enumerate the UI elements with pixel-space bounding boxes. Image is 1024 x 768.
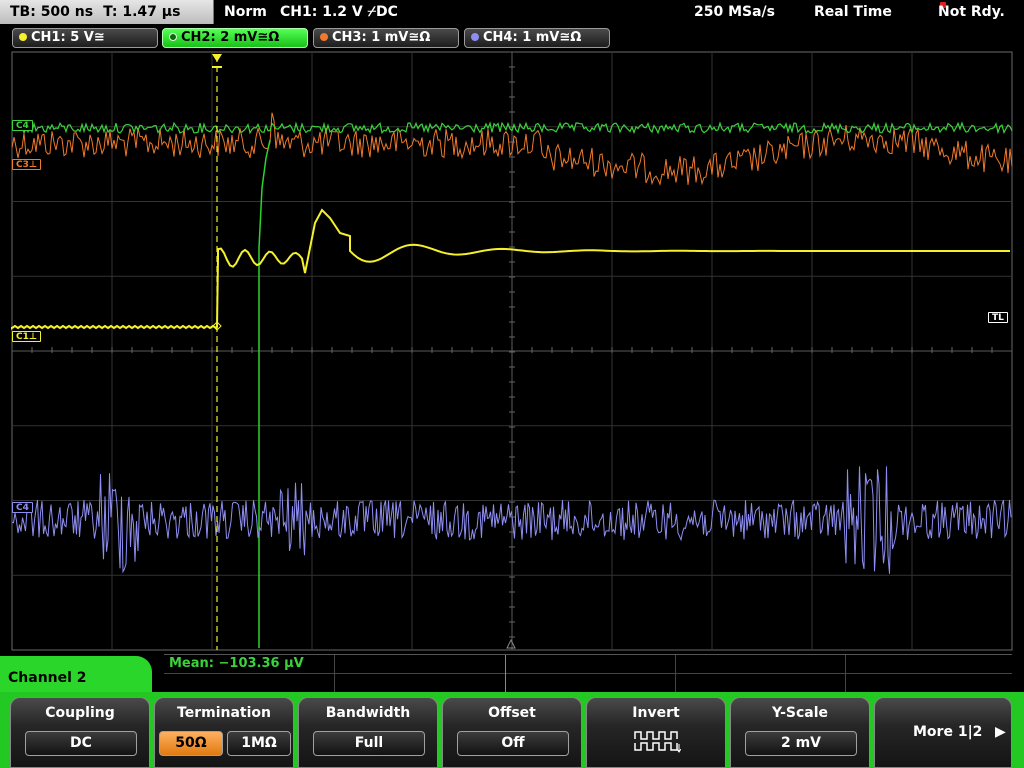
timebase-value: TB: 500 ns xyxy=(10,4,94,20)
y-scale-softkey[interactable]: Y-Scale 2 mV xyxy=(730,697,870,768)
status-bar: TB: 500 ns T: 1.47 µs Norm CH1: 1.2 V ⌿DC… xyxy=(0,0,1024,24)
y-scale-value[interactable]: 2 mV xyxy=(745,731,857,756)
bandwidth-title: Bandwidth xyxy=(325,705,411,721)
tab-channel-4-label: CH4: 1 mV≅Ω xyxy=(483,30,582,45)
invert-waveform-icon xyxy=(634,731,681,753)
coupling-title: Coupling xyxy=(45,705,115,721)
more-label: More 1|2 xyxy=(913,724,983,740)
channel-1-dot-icon xyxy=(19,33,27,41)
y-scale-title: Y-Scale xyxy=(771,705,828,721)
acquisition-mode: Real Time xyxy=(814,4,892,20)
tab-channel-4[interactable]: CH4: 1 mV≅Ω xyxy=(464,28,610,48)
timebase-box[interactable]: TB: 500 ns T: 1.47 µs xyxy=(0,0,214,24)
offset-title: Offset xyxy=(488,705,536,721)
trigger-position-value: T: 1.47 µs xyxy=(103,4,181,20)
tab-channel-2[interactable]: CH2: 2 mV≅Ω xyxy=(162,28,308,48)
waveform-canvas[interactable] xyxy=(0,48,1024,654)
tab-channel-1[interactable]: CH1: 5 V≅ xyxy=(12,28,158,48)
bandwidth-softkey[interactable]: Bandwidth Full xyxy=(298,697,438,768)
offset-softkey[interactable]: Offset Off xyxy=(442,697,582,768)
trigger-mode[interactable]: Norm xyxy=(224,0,267,24)
channel-1-level-marker[interactable]: C1⊥ xyxy=(12,331,42,342)
trigger-position-icon xyxy=(212,54,222,62)
termination-50ohm-option[interactable]: 50Ω xyxy=(159,731,223,756)
coupling-value[interactable]: DC xyxy=(25,731,137,756)
channel-3-level-marker[interactable]: C3⊥ xyxy=(12,159,42,170)
measurement-divider xyxy=(845,655,846,693)
offset-value[interactable]: Off xyxy=(457,731,569,756)
termination-softkey[interactable]: Termination 50Ω 1MΩ xyxy=(154,697,294,768)
measurement-divider xyxy=(334,655,335,693)
sample-rate: 250 MSa/s xyxy=(694,4,776,20)
mean-measurement: Mean: −103.36 µV xyxy=(169,656,304,671)
measurement-divider xyxy=(675,655,676,693)
trigger-source-info[interactable]: CH1: 1.2 V ⌿DC xyxy=(280,0,398,24)
coupling-softkey[interactable]: Coupling DC xyxy=(10,697,150,768)
reference-point-icon xyxy=(506,638,516,649)
measurement-panel: Mean: −103.36 µV xyxy=(164,654,1012,693)
tab-channel-1-label: CH1: 5 V≅ xyxy=(31,30,105,45)
channel-4-level-marker[interactable]: C4 xyxy=(12,120,33,131)
tab-channel-2-label: CH2: 2 mV≅Ω xyxy=(181,30,280,45)
channel-1-waveform xyxy=(11,208,1010,330)
channel-3-dot-icon xyxy=(320,33,328,41)
arrow-right-icon: ▶ xyxy=(995,724,1006,740)
more-softkey[interactable]: More 1|2 ▶ xyxy=(874,697,1012,768)
bandwidth-value[interactable]: Full xyxy=(313,731,425,756)
measurement-divider xyxy=(505,655,506,693)
measurement-divider xyxy=(164,673,1012,674)
trigger-position-bar xyxy=(212,66,222,68)
channel-2-dot-icon xyxy=(169,33,177,41)
acquisition-status: Not Rdy. xyxy=(938,4,1005,20)
waveform-display[interactable]: C4 C3⊥ C1⊥ C4 TL xyxy=(0,48,1024,654)
termination-1mohm-option[interactable]: 1MΩ xyxy=(227,731,291,756)
trigger-level-marker[interactable]: TL xyxy=(988,312,1008,323)
invert-softkey[interactable]: Invert xyxy=(586,697,726,768)
channel-4-dot-icon xyxy=(471,33,479,41)
channel-4-offset-marker[interactable]: C4 xyxy=(12,502,33,513)
tab-channel-3-label: CH3: 1 mV≅Ω xyxy=(332,30,431,45)
invert-title: Invert xyxy=(632,705,680,721)
termination-title: Termination xyxy=(177,705,271,721)
channel-2-edge xyxy=(258,139,271,648)
tab-channel-3[interactable]: CH3: 1 mV≅Ω xyxy=(313,28,459,48)
